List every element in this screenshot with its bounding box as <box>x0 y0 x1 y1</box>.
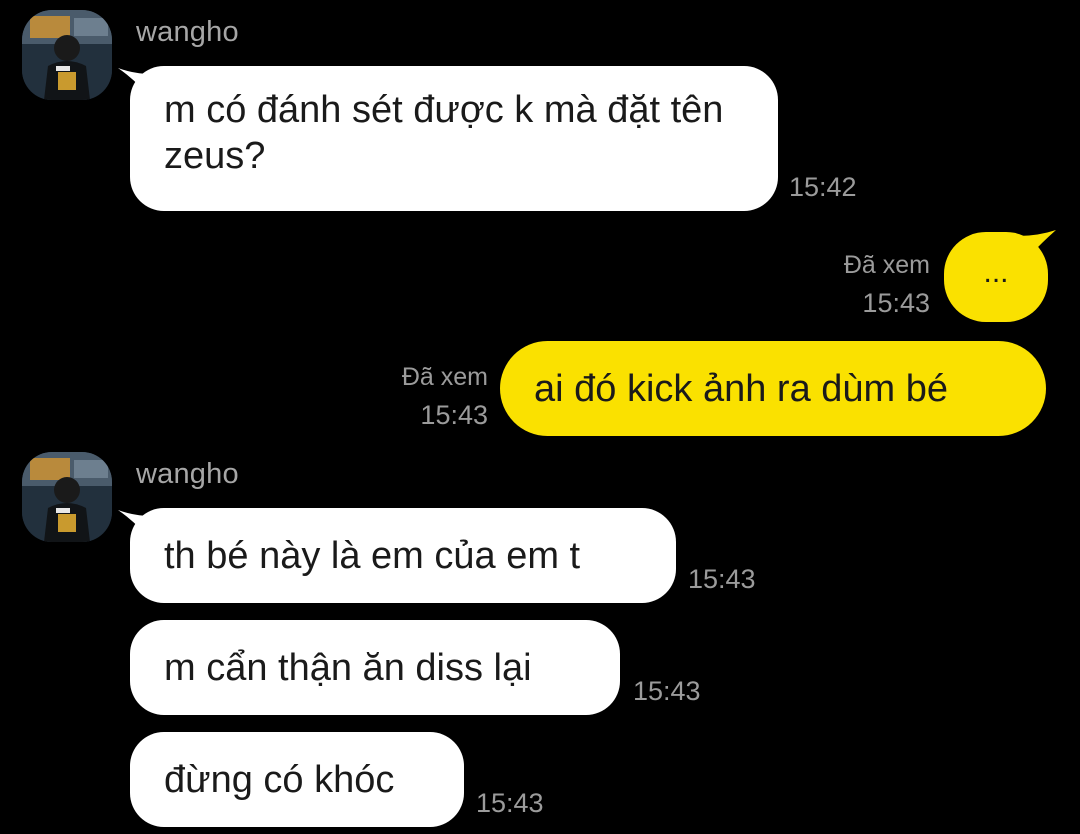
message-time: 15:43 <box>420 400 488 430</box>
avatar-photo-icon <box>22 452 112 542</box>
chat-view: wangho m có đánh sét được k mà đặt tên z… <box>0 0 1080 834</box>
message-bubble-outgoing[interactable]: ai đó kick ảnh ra dùm bé <box>500 341 1046 436</box>
contact-avatar[interactable] <box>22 10 112 100</box>
message-meta: Đã xem 15:43 <box>790 250 930 321</box>
message-time: 15:43 <box>688 564 756 594</box>
seen-status: Đã xem <box>401 363 488 391</box>
seen-status: Đã xem <box>843 251 930 279</box>
avatar-photo-icon <box>22 10 112 100</box>
sender-name: wangho <box>136 16 239 48</box>
message-bubble-incoming[interactable]: m cẩn thận ăn diss lại <box>130 620 620 715</box>
message-time: 15:43 <box>633 676 701 706</box>
message-meta: Đã xem 15:43 <box>360 362 488 433</box>
sender-name: wangho <box>136 458 239 490</box>
message-time: 15:42 <box>789 172 857 202</box>
message-text: ... <box>983 256 1009 289</box>
message-bubble-incoming[interactable]: đừng có khóc <box>130 732 464 827</box>
outgoing-bubble-tail <box>1018 230 1056 262</box>
contact-avatar[interactable] <box>22 452 112 542</box>
message-text: th bé này là em của em t <box>164 534 581 577</box>
message-time: 15:43 <box>476 788 544 818</box>
message-text: đừng có khóc <box>164 758 395 801</box>
message-text: m có đánh sét được k mà đặt tên zeus? <box>164 89 724 177</box>
message-bubble-incoming[interactable]: m có đánh sét được k mà đặt tên zeus? <box>130 66 778 211</box>
message-text: ai đó kick ảnh ra dùm bé <box>534 367 949 410</box>
message-bubble-incoming[interactable]: th bé này là em của em t <box>130 508 676 603</box>
message-text: m cẩn thận ăn diss lại <box>164 646 532 689</box>
message-time: 15:43 <box>862 288 930 318</box>
